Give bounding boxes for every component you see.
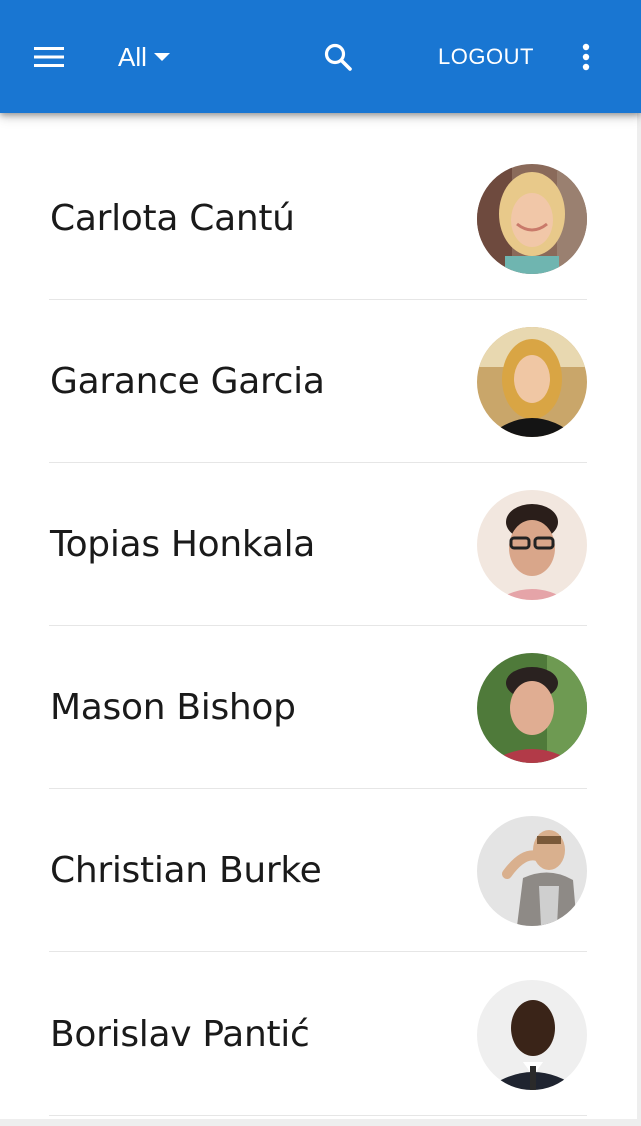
search-button[interactable] [316,36,360,78]
avatar [477,816,587,926]
list-item[interactable]: Mason Bishop [49,626,587,789]
contact-name: Borislav Pantić [50,1014,310,1055]
list-item[interactable]: Christian Burke [49,789,587,952]
contact-name: Christian Burke [50,850,322,891]
app-bar: All LOGOUT [0,0,641,113]
avatar [477,327,587,437]
list-item[interactable]: Carlota Cantú [49,137,587,300]
avatar [477,164,587,274]
list-item[interactable]: Topias Honkala [49,463,587,626]
filter-label: All [118,42,147,72]
more-options-button[interactable] [566,36,606,78]
logout-button[interactable]: LOGOUT [426,36,546,78]
contact-name: Garance Garcia [50,361,325,402]
scroll-edge [637,113,641,1126]
menu-button[interactable] [26,36,72,78]
row-divider [49,951,587,952]
contact-list: Carlota Cantú Garance Garcia Topias Honk… [0,113,637,1119]
list-item[interactable]: Garance Garcia [49,300,587,463]
avatar [477,490,587,600]
hamburger-menu-icon [34,47,64,67]
avatar [477,653,587,763]
app-root: All LOGOUT Carlota Cantú Garance Garcia … [0,0,641,1126]
row-divider [49,1115,587,1116]
filter-dropdown[interactable]: All [118,36,171,78]
contact-name: Mason Bishop [50,687,296,728]
avatar [477,980,587,1090]
more-vertical-icon [582,43,590,71]
bottom-edge [0,1119,641,1126]
search-icon [324,43,352,71]
contact-name: Carlota Cantú [50,198,295,239]
caret-down-icon [153,53,170,61]
contact-name: Topias Honkala [50,524,316,565]
list-item[interactable]: Borislav Pantić [49,953,587,1116]
